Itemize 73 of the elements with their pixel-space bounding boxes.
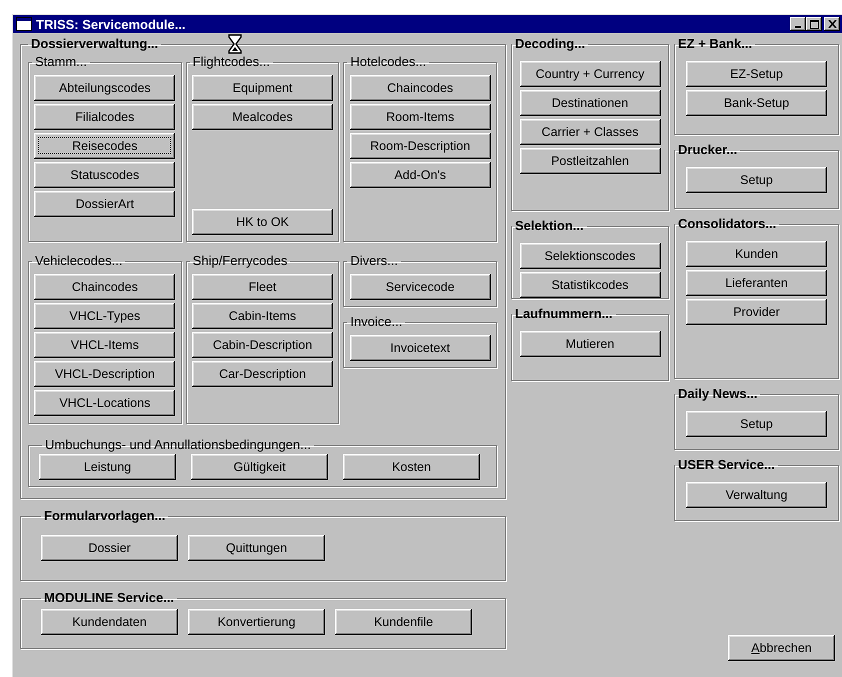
group-title: Drucker...: [677, 143, 738, 157]
carrier-classes-button[interactable]: Carrier + Classes: [520, 119, 660, 145]
vhcl-locations-button[interactable]: VHCL-Locations: [34, 390, 176, 416]
mutieren-button[interactable]: Mutieren: [520, 331, 660, 357]
kundenfile-button[interactable]: Kundenfile: [335, 609, 472, 635]
konvertierung-button[interactable]: Konvertierung: [188, 609, 325, 635]
setup-button[interactable]: Setup: [686, 167, 827, 193]
group-title: EZ + Bank...: [677, 37, 754, 51]
cabin-description-button[interactable]: Cabin-Description: [192, 332, 333, 358]
quittungen-button[interactable]: Quittungen: [188, 535, 325, 561]
group-title: Divers...: [349, 254, 400, 268]
statuscodes-button[interactable]: Statuscodes: [34, 162, 176, 188]
group-title: Vehiclecodes...: [34, 254, 124, 268]
vhcl-description-button[interactable]: VHCL-Description: [34, 361, 176, 387]
car-description-button[interactable]: Car-Description: [192, 361, 333, 387]
provider-button[interactable]: Provider: [686, 299, 827, 325]
kosten-button[interactable]: Kosten: [343, 454, 480, 480]
ez-setup-button[interactable]: EZ-Setup: [686, 61, 827, 87]
group-title: Flightcodes...: [192, 55, 271, 69]
group-title: Stamm...: [34, 55, 88, 69]
group-title: MODULINE Service...: [43, 591, 176, 605]
window-title: TRISS: Servicemodule...: [36, 16, 186, 32]
group-title: Dossierverwaltung...: [30, 37, 160, 51]
destinationen-button[interactable]: Destinationen: [520, 90, 660, 116]
leistung-button[interactable]: Leistung: [39, 454, 176, 480]
kundendaten-button[interactable]: Kundendaten: [41, 609, 178, 635]
group-title: Consolidators...: [677, 217, 778, 231]
group-title: Umbuchungs- und Annullationsbedingungen...: [44, 438, 312, 452]
chaincodes-button[interactable]: Chaincodes: [34, 274, 176, 300]
vhcl-types-button[interactable]: VHCL-Types: [34, 303, 176, 329]
equipment-button[interactable]: Equipment: [192, 75, 333, 101]
g-ltigkeit-button[interactable]: Gültigkeit: [191, 454, 328, 480]
vhcl-items-button[interactable]: VHCL-Items: [34, 332, 176, 358]
group-title: Decoding...: [514, 37, 586, 51]
setup-button[interactable]: Setup: [686, 411, 827, 437]
cabin-items-button[interactable]: Cabin-Items: [192, 303, 333, 329]
room-items-button[interactable]: Room-Items: [350, 104, 491, 130]
room-description-button[interactable]: Room-Description: [350, 133, 491, 159]
mealcodes-button[interactable]: Mealcodes: [192, 104, 333, 130]
cancel-button[interactable]: Abbrechen: [728, 635, 835, 661]
minimize-button[interactable]: [790, 17, 806, 31]
group-title: Selektion...: [514, 219, 585, 233]
selektionscodes-button[interactable]: Selektionscodes: [520, 243, 660, 269]
reisecodes-button[interactable]: Reisecodes: [34, 133, 176, 159]
group-title: Hotelcodes...: [349, 55, 428, 69]
add-on-s-button[interactable]: Add-On's: [350, 162, 491, 188]
abteilungscodes-button[interactable]: Abteilungscodes: [34, 75, 176, 101]
invoicetext-button[interactable]: Invoicetext: [350, 335, 491, 361]
group-title: USER Service...: [677, 458, 776, 472]
group-title: Ship/Ferrycodes: [192, 254, 288, 268]
servicecode-button[interactable]: Servicecode: [350, 274, 491, 300]
country-currency-button[interactable]: Country + Currency: [520, 61, 660, 87]
lieferanten-button[interactable]: Lieferanten: [686, 270, 827, 296]
group-title: Daily News...: [677, 387, 758, 401]
fleet-button[interactable]: Fleet: [192, 274, 333, 300]
dossierart-button[interactable]: DossierArt: [34, 191, 176, 217]
chaincodes-button[interactable]: Chaincodes: [350, 75, 491, 101]
group-title: Laufnummern...: [514, 307, 614, 321]
close-button[interactable]: [824, 17, 840, 31]
close-icon: [828, 20, 836, 28]
group-title: Invoice...: [349, 315, 404, 329]
dossier-button[interactable]: Dossier: [41, 535, 178, 561]
hourglass-icon: [228, 34, 242, 54]
maximize-button[interactable]: [806, 17, 822, 31]
filialcodes-button[interactable]: Filialcodes: [34, 104, 176, 130]
maximize-icon: [810, 20, 818, 28]
hk-to-ok-button[interactable]: HK to OK: [192, 209, 333, 235]
verwaltung-button[interactable]: Verwaltung: [686, 482, 827, 508]
kunden-button[interactable]: Kunden: [686, 241, 827, 267]
bank-setup-button[interactable]: Bank-Setup: [686, 90, 827, 116]
statistikcodes-button[interactable]: Statistikcodes: [520, 272, 660, 298]
group-title: Formularvorlagen...: [43, 509, 166, 523]
postleitzahlen-button[interactable]: Postleitzahlen: [520, 148, 660, 174]
